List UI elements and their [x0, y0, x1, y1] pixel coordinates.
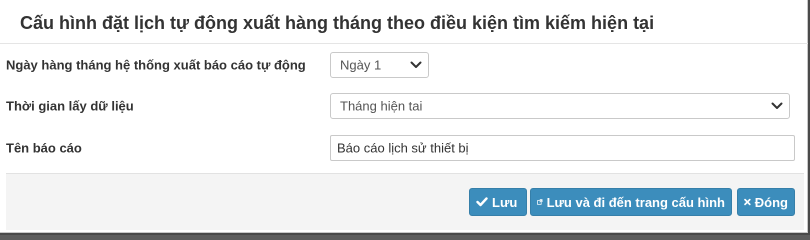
chevron-down-icon: [771, 102, 783, 109]
report-name-label: Tên báo cáo: [6, 140, 82, 156]
form-row-report-name: Tên báo cáo Báo cáo lịch sử thiết bị: [0, 128, 808, 168]
day-select[interactable]: Ngày 1: [330, 52, 429, 78]
save-button[interactable]: Lưu: [469, 188, 527, 216]
dialog-title: Cấu hình đặt lịch tự động xuất hàng thán…: [20, 13, 655, 33]
period-select[interactable]: Tháng hiện tai: [330, 93, 790, 119]
schedule-config-dialog: Cấu hình đặt lịch tự động xuất hàng thán…: [0, 0, 808, 233]
check-icon: [476, 197, 488, 207]
chevron-down-icon: [410, 61, 422, 68]
save-button-label: Lưu: [492, 194, 518, 210]
period-label: Thời gian lấy dữ liệu: [6, 98, 134, 114]
report-name-input[interactable]: Báo cáo lịch sử thiết bị: [330, 135, 795, 161]
close-button[interactable]: Đóng: [737, 188, 795, 216]
day-select-value: Ngày 1: [340, 57, 382, 73]
external-link-icon: [537, 199, 543, 205]
period-select-value: Tháng hiện tai: [340, 98, 423, 114]
dialog-header: Cấu hình đặt lịch tự động xuất hàng thán…: [0, 0, 808, 44]
close-button-label: Đóng: [754, 194, 788, 210]
report-name-value: Báo cáo lịch sử thiết bị: [337, 140, 469, 156]
form-row-period: Thời gian lấy dữ liệu Tháng hiện tai: [0, 86, 808, 126]
close-icon: [744, 198, 751, 206]
save-and-go-button-label: Lưu và đi đến trang cấu hình: [546, 194, 725, 210]
day-label: Ngày hàng tháng hệ thống xuất báo cáo tự…: [6, 57, 306, 73]
form-row-day: Ngày hàng tháng hệ thống xuất báo cáo tự…: [0, 45, 808, 85]
dialog-footer: Lưu Lưu và đi đến trang cấu hình Đóng: [6, 173, 804, 230]
save-and-go-button[interactable]: Lưu và đi đến trang cấu hình: [530, 188, 732, 216]
